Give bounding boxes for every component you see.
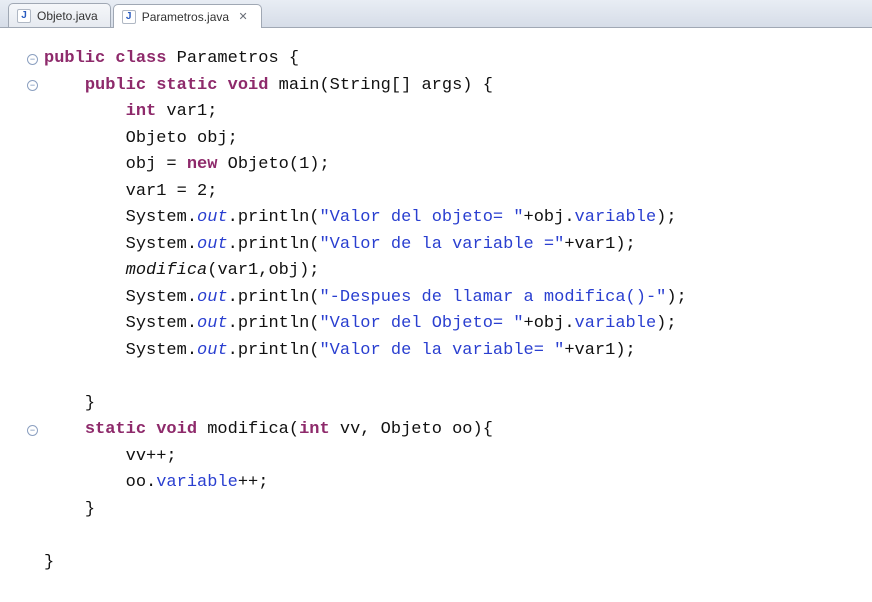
close-icon[interactable]: ✕	[237, 11, 249, 23]
line	[44, 367, 54, 386]
line: public static void main(String[] args) {	[44, 76, 493, 95]
line: var1 = 2;	[44, 182, 217, 201]
line: System.out.println("Valor de la variable…	[44, 235, 636, 254]
line: public class Parametros {	[44, 49, 299, 68]
code-area[interactable]: public class Parametros { public static …	[44, 28, 872, 602]
editor: − − − public class Parametros { public s…	[0, 28, 872, 602]
line: }	[44, 553, 54, 572]
fold-toggle-icon[interactable]: −	[27, 425, 38, 436]
line: Objeto obj;	[44, 129, 238, 148]
line	[44, 526, 54, 545]
tab-label: Objeto.java	[37, 9, 98, 23]
fold-toggle-icon[interactable]: −	[27, 54, 38, 65]
gutter: − − −	[0, 28, 44, 602]
line: obj = new Objeto(1);	[44, 155, 330, 174]
line: oo.variable++;	[44, 473, 268, 492]
line: System.out.println("Valor del Objeto= "+…	[44, 314, 677, 333]
line: modifica(var1,obj);	[44, 261, 319, 280]
java-file-icon: J	[17, 9, 31, 23]
fold-toggle-icon[interactable]: −	[27, 80, 38, 91]
line: vv++;	[44, 447, 177, 466]
line: }	[44, 394, 95, 413]
tab-objeto[interactable]: J Objeto.java	[8, 3, 111, 27]
tab-label: Parametros.java	[142, 10, 229, 24]
tab-parametros[interactable]: J Parametros.java ✕	[113, 4, 262, 28]
line: System.out.println("Valor del objeto= "+…	[44, 208, 677, 227]
line: int var1;	[44, 102, 217, 121]
java-file-icon: J	[122, 10, 136, 24]
tab-bar: J Objeto.java J Parametros.java ✕	[0, 0, 872, 28]
line: System.out.println("-Despues de llamar a…	[44, 288, 687, 307]
line: System.out.println("Valor de la variable…	[44, 341, 636, 360]
line: }	[44, 500, 95, 519]
line: static void modifica(int vv, Objeto oo){	[44, 420, 493, 439]
